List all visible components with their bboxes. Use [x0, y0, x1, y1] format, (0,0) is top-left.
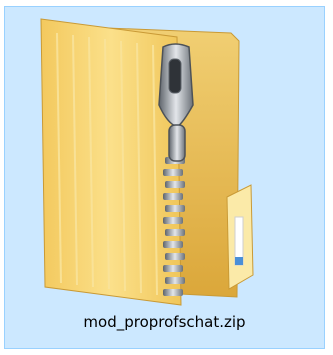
- file-name-label: mod_proprofschat.zip: [83, 313, 246, 331]
- zip-folder-icon: [5, 7, 326, 307]
- file-item[interactable]: mod_proprofschat.zip: [4, 6, 325, 349]
